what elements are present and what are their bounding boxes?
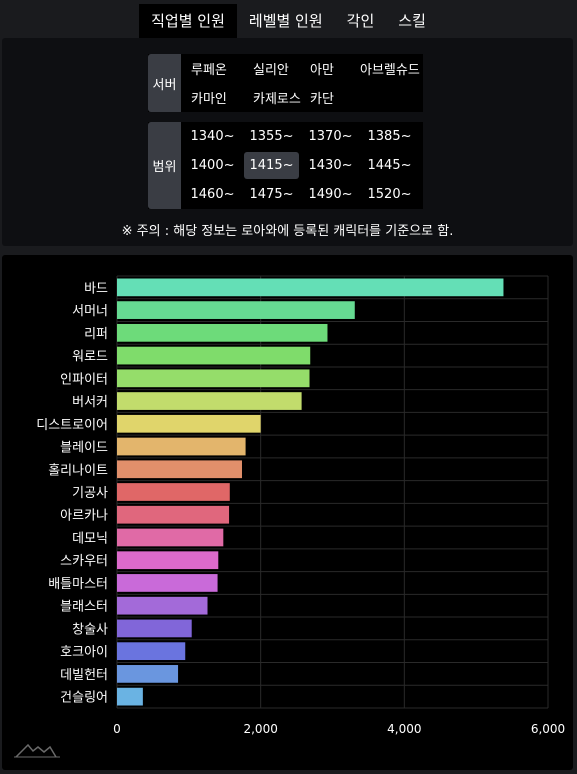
- logo-icon: [14, 743, 60, 758]
- server-option[interactable]: 카단: [300, 83, 350, 112]
- category-label: 아르카나: [60, 509, 108, 524]
- filter-panel: 서버 루페온 실리안 아만 아브렐슈드 카마인 카제로스 카단 범위 1340~…: [2, 38, 573, 246]
- range-options: 1340~ 1355~ 1370~ 1385~ 1400~ 1415~ 1430…: [181, 122, 423, 209]
- category-label: 배틀마스터: [48, 577, 108, 592]
- category-label: 블래스터: [60, 600, 108, 615]
- bar-9[interactable]: [117, 460, 242, 479]
- range-option[interactable]: 1430~: [303, 152, 358, 179]
- category-label: 기공사: [72, 486, 108, 501]
- server-option[interactable]: 아브렐슈드: [350, 54, 423, 83]
- tab-bar: 직업별 인원 레벨별 인원 각인 스킬: [0, 0, 577, 38]
- range-option[interactable]: 1460~: [185, 181, 240, 208]
- range-option[interactable]: 1340~: [185, 123, 240, 150]
- bar-18[interactable]: [117, 665, 179, 683]
- bar-10[interactable]: [117, 483, 230, 501]
- category-label: 스카우터: [60, 554, 108, 569]
- server-option[interactable]: 아만: [300, 54, 350, 83]
- x-tick-label: 2,000: [243, 722, 277, 736]
- notice-text: ※ 주의 : 해당 정보는 로아와에 등록된 캐릭터를 기준으로 함.: [121, 224, 454, 239]
- category-label: 창술사: [72, 622, 108, 637]
- category-label: 워로드: [72, 350, 108, 365]
- range-option[interactable]: 1355~: [244, 123, 299, 150]
- bar-13[interactable]: [117, 551, 219, 570]
- range-filter-label: 범위: [148, 122, 181, 209]
- category-label: 데빌헌터: [60, 668, 108, 683]
- server-filter-label: 서버: [148, 54, 181, 112]
- category-label: 홀리나이트: [48, 463, 108, 478]
- category-label: 서머너: [72, 304, 108, 319]
- x-axis-ticks: 0 2,000 4,000 6,000: [113, 722, 565, 736]
- bar-11[interactable]: [117, 505, 230, 524]
- range-option-selected[interactable]: 1415~: [244, 152, 299, 179]
- bar-7[interactable]: [117, 414, 261, 433]
- server-option[interactable]: 루페온: [181, 54, 243, 83]
- range-option[interactable]: 1490~: [303, 181, 358, 208]
- category-labels: 바드서머너리퍼워로드인파이터버서커디스트로이어블레이드홀리나이트기공사아르카나데…: [36, 281, 108, 705]
- class-population-chart: 바드서머너리퍼워로드인파이터버서커디스트로이어블레이드홀리나이트기공사아르카나데…: [14, 275, 565, 758]
- bar-2[interactable]: [117, 301, 355, 319]
- server-filter: 서버 루페온 실리안 아만 아브렐슈드 카마인 카제로스 카단: [148, 54, 423, 112]
- tab-engraving[interactable]: 각인: [335, 4, 387, 38]
- category-label: 인파이터: [60, 372, 108, 387]
- bar-4[interactable]: [117, 346, 311, 365]
- bar-6[interactable]: [117, 392, 302, 410]
- range-option[interactable]: 1475~: [244, 181, 299, 208]
- tab-skill[interactable]: 스킬: [386, 4, 438, 38]
- range-filter: 범위 1340~ 1355~ 1370~ 1385~ 1400~ 1415~ 1…: [148, 122, 423, 209]
- category-label: 버서커: [72, 395, 108, 410]
- bars: [117, 278, 504, 706]
- category-label: 블레이드: [60, 441, 108, 456]
- x-tick-label: 0: [113, 722, 121, 736]
- bar-5[interactable]: [117, 369, 310, 388]
- server-options: 루페온 실리안 아만 아브렐슈드 카마인 카제로스 카단: [181, 54, 423, 112]
- range-option[interactable]: 1385~: [362, 123, 417, 150]
- x-tick-label: 4,000: [387, 722, 421, 736]
- range-option[interactable]: 1520~: [362, 181, 417, 208]
- category-label: 리퍼: [84, 327, 108, 342]
- tab-level-population[interactable]: 레벨별 인원: [237, 4, 335, 38]
- bar-14[interactable]: [117, 574, 218, 592]
- bar-17[interactable]: [117, 642, 186, 661]
- range-option[interactable]: 1370~: [303, 123, 358, 150]
- bar-12[interactable]: [117, 528, 224, 547]
- category-label: 호크아이: [60, 645, 108, 660]
- server-option[interactable]: 카마인: [181, 83, 243, 112]
- bar-19[interactable]: [117, 687, 143, 706]
- range-option[interactable]: 1445~: [362, 152, 417, 179]
- server-option[interactable]: 카제로스: [243, 83, 301, 112]
- category-label: 건슬링어: [60, 691, 108, 706]
- range-option[interactable]: 1400~: [185, 152, 240, 179]
- chart-panel: 바드서머너리퍼워로드인파이터버서커디스트로이어블레이드홀리나이트기공사아르카나데…: [2, 255, 573, 770]
- server-option[interactable]: 실리안: [243, 54, 300, 83]
- tab-class-population[interactable]: 직업별 인원: [139, 4, 237, 38]
- category-label: 바드: [84, 281, 108, 296]
- x-tick-label: 6,000: [531, 722, 565, 736]
- bar-16[interactable]: [117, 619, 192, 638]
- category-label: 디스트로이어: [36, 418, 108, 433]
- bar-8[interactable]: [117, 437, 246, 456]
- category-label: 데모닉: [72, 531, 108, 546]
- bar-15[interactable]: [117, 596, 208, 615]
- bar-1[interactable]: [117, 278, 504, 297]
- bar-3[interactable]: [117, 323, 328, 342]
